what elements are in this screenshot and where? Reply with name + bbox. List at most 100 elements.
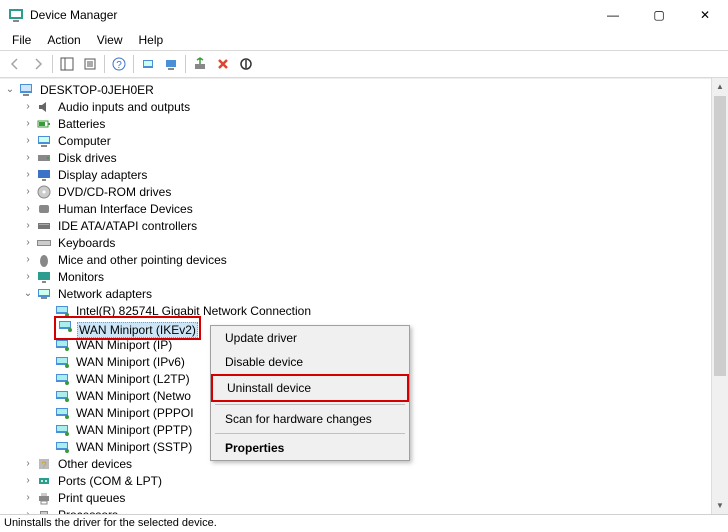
collapse-icon[interactable]: ⌄ (4, 84, 16, 96)
help-button[interactable]: ? (108, 53, 130, 75)
cpu-icon (36, 507, 52, 514)
expand-icon[interactable]: › (22, 237, 34, 249)
tree-category-network[interactable]: ⌄Network adapters (0, 286, 728, 302)
scroll-down-icon[interactable]: ▼ (712, 497, 728, 514)
expand-icon[interactable]: › (22, 118, 34, 130)
forward-button[interactable] (27, 53, 49, 75)
tree-item-label: WAN Miniport (SSTP) (74, 439, 194, 455)
scroll-up-icon[interactable]: ▲ (712, 78, 728, 95)
menu-view[interactable]: View (89, 31, 131, 49)
netdev-icon (54, 354, 70, 370)
expand-icon[interactable]: › (22, 135, 34, 147)
back-button[interactable] (4, 53, 26, 75)
tree-item-label: Human Interface Devices (56, 201, 195, 217)
scrollbar-thumb[interactable] (714, 96, 726, 376)
tree-item-label: WAN Miniport (IP) (74, 337, 174, 353)
tree-category[interactable]: › Audio inputs and outputs (0, 99, 728, 115)
tree-item-label: WAN Miniport (PPTP) (74, 422, 194, 438)
enable-device-button[interactable] (189, 53, 211, 75)
netdev-icon (54, 405, 70, 421)
uninstall-device-button[interactable] (212, 53, 234, 75)
netdev-icon (54, 337, 70, 353)
tree-category[interactable]: › DVD/CD-ROM drives (0, 184, 728, 200)
tree-root[interactable]: ⌄ DESKTOP-0JEH0ER (0, 82, 728, 98)
maximize-button[interactable]: ▢ (636, 0, 682, 30)
hid-icon (36, 201, 52, 217)
tree-category[interactable]: › IDE ATA/ATAPI controllers (0, 218, 728, 234)
close-button[interactable]: ✕ (682, 0, 728, 30)
expand-icon[interactable]: › (22, 186, 34, 198)
tree-item-label: Ports (COM & LPT) (56, 473, 164, 489)
tree-item-label: WAN Miniport (L2TP) (74, 371, 192, 387)
menu-file[interactable]: File (4, 31, 39, 49)
expand-icon[interactable]: › (22, 458, 34, 470)
ctx-scan-hardware[interactable]: Scan for hardware changes (211, 407, 409, 431)
tree-category[interactable]: ›Processors (0, 507, 728, 514)
tree-item-label: Print queues (56, 490, 127, 506)
tree-item-label: Monitors (56, 269, 106, 285)
tree-item-label: Disk drives (56, 150, 119, 166)
tree-category[interactable]: › Disk drives (0, 150, 728, 166)
expand-icon[interactable]: › (22, 492, 34, 504)
tree-category[interactable]: › Monitors (0, 269, 728, 285)
netdev-icon (54, 371, 70, 387)
tree-category[interactable]: ›Batteries (0, 116, 728, 132)
minimize-button[interactable]: — (590, 0, 636, 30)
tree-category[interactable]: ›Mice and other pointing devices (0, 252, 728, 268)
tree-category[interactable]: › Print queues (0, 490, 728, 506)
port-icon (36, 473, 52, 489)
mouse-icon (36, 252, 52, 268)
tree-category[interactable]: ›Display adapters (0, 167, 728, 183)
ctx-uninstall-device[interactable]: Uninstall device (211, 374, 409, 402)
expand-icon[interactable]: › (22, 203, 34, 215)
vertical-scrollbar[interactable]: ▲ ▼ (711, 78, 728, 514)
expand-icon[interactable]: › (22, 220, 34, 232)
tree-item-label: WAN Miniport (Netwo (74, 388, 193, 404)
tree-item-label: Keyboards (56, 235, 117, 251)
keyboard-icon (36, 235, 52, 251)
toolbar: ? (0, 50, 728, 78)
tree-category[interactable]: › Keyboards (0, 235, 728, 251)
scan-hardware-button[interactable] (160, 53, 182, 75)
tree-item-label: WAN Miniport (IKEv2) (77, 322, 198, 338)
tree-category[interactable]: › Human Interface Devices (0, 201, 728, 217)
ide-icon (36, 218, 52, 234)
tree-category[interactable]: ›Computer (0, 133, 728, 149)
netdev-icon (54, 422, 70, 438)
app-icon (8, 7, 24, 23)
menubar: File Action View Help (0, 30, 728, 50)
collapse-icon[interactable]: ⌄ (22, 288, 34, 300)
window-title: Device Manager (30, 8, 590, 22)
expand-icon[interactable]: › (22, 271, 34, 283)
ctx-disable-device[interactable]: Disable device (211, 350, 409, 374)
menu-help[interactable]: Help (131, 31, 172, 49)
tree-item-label: WAN Miniport (PPPOI (74, 405, 196, 421)
tree-item-label: DVD/CD-ROM drives (56, 184, 173, 200)
tree-category[interactable]: › Ports (COM & LPT) (0, 473, 728, 489)
expand-icon[interactable]: › (22, 254, 34, 266)
expander-placeholder (40, 322, 52, 334)
printer-icon (36, 490, 52, 506)
pc-icon (18, 82, 34, 98)
expand-icon[interactable]: › (22, 152, 34, 164)
expand-icon[interactable]: › (22, 475, 34, 487)
tree-item-label: IDE ATA/ATAPI controllers (56, 218, 199, 234)
expander-placeholder (40, 441, 52, 453)
tree-item-label: DESKTOP-0JEH0ER (38, 82, 156, 98)
show-hide-tree-button[interactable] (56, 53, 78, 75)
context-menu: Update driver Disable device Uninstall d… (210, 325, 410, 461)
titlebar: Device Manager — ▢ ✕ (0, 0, 728, 30)
statusbar: Uninstalls the driver for the selected d… (0, 514, 728, 532)
disable-device-button[interactable] (235, 53, 257, 75)
expand-icon[interactable]: › (22, 169, 34, 181)
tree-item-label: Audio inputs and outputs (56, 99, 192, 115)
audio-icon (36, 99, 52, 115)
expander-placeholder (40, 305, 52, 317)
update-driver-button[interactable] (137, 53, 159, 75)
ctx-properties[interactable]: Properties (211, 436, 409, 460)
svg-text:?: ? (116, 60, 122, 71)
properties-button[interactable] (79, 53, 101, 75)
expand-icon[interactable]: › (22, 101, 34, 113)
ctx-update-driver[interactable]: Update driver (211, 326, 409, 350)
menu-action[interactable]: Action (39, 31, 88, 49)
